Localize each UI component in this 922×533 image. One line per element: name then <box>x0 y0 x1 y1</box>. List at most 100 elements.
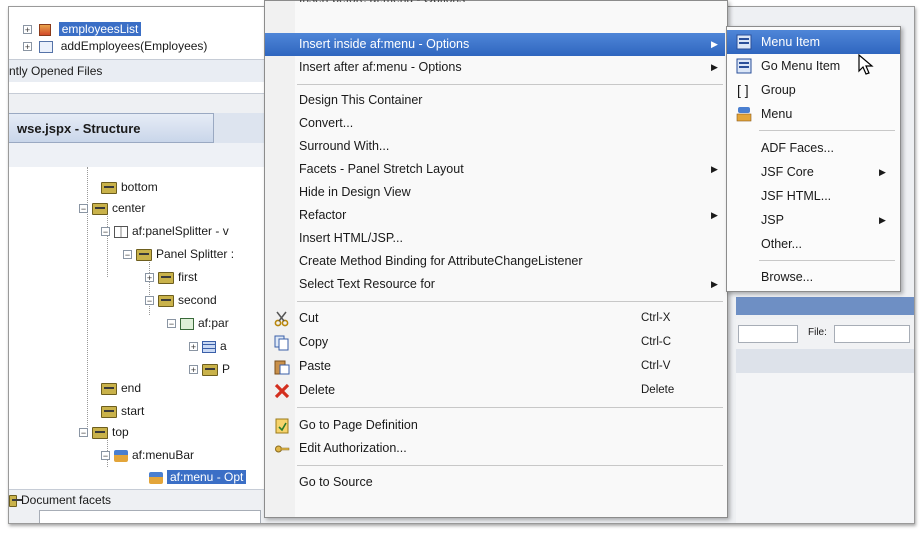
menu-item-insert-after[interactable]: Insert after af:menu - Options ▶ <box>265 56 725 79</box>
menu-item-insert-inside[interactable]: Insert inside af:menu - Options ▶ <box>265 33 725 56</box>
menu-item-copy[interactable]: Copy Ctrl-C <box>265 331 725 354</box>
menu-item-refactor[interactable]: Refactor ▶ <box>265 204 725 227</box>
editor-area <box>736 373 914 523</box>
expand-toggle[interactable]: + <box>189 365 198 375</box>
tree-line <box>107 207 108 277</box>
structure-tree: bottom − center − af:panelSplitter - v − Pa… <box>9 167 271 517</box>
menu-item-goto-page-definition[interactable]: Go to Page Definition <box>265 414 725 437</box>
submenu-item-jsf-html[interactable]: JSF HTML... <box>727 184 900 208</box>
facet-folder-icon <box>101 382 117 395</box>
submenu-item-jsp[interactable]: JSP ▶ <box>727 208 900 232</box>
menu-item-label: Go to Source <box>299 475 373 489</box>
tree-node[interactable]: bottom <box>101 179 158 196</box>
facet-folder-icon <box>202 363 218 376</box>
editor-toolbar: File: <box>736 319 914 350</box>
method-binding-icon <box>39 40 54 53</box>
menu-item-cut[interactable]: Cut Ctrl-X <box>265 307 725 330</box>
facet-folder-icon <box>92 426 108 439</box>
submenu-item-go-menu-item[interactable]: Go Menu Item <box>727 54 900 78</box>
copy-icon <box>274 335 289 351</box>
menu-item-label: Insert HTML/JSP... <box>299 231 403 245</box>
recent-files-header[interactable]: ntly Opened Files <box>9 59 267 82</box>
page-definition-icon <box>275 418 289 434</box>
menu-item-label: Insert after af:menu - Options <box>299 60 462 74</box>
menu-item-select-text-resource[interactable]: Select Text Resource for ▶ <box>265 273 725 296</box>
editor-header-row <box>736 349 914 374</box>
expand-toggle[interactable]: + <box>145 273 154 283</box>
submenu-item-label: Browse... <box>761 270 814 284</box>
collapse-toggle[interactable]: − <box>101 227 110 237</box>
editor-titlebar <box>736 297 914 315</box>
menu-item-label: Delete <box>299 383 336 397</box>
tab-structure[interactable]: wse.jspx - Structure <box>9 113 214 143</box>
menu-item-insert-html[interactable]: Insert HTML/JSP... <box>265 227 725 250</box>
menu-item-facets[interactable]: Facets - Panel Stretch Layout ▶ <box>265 158 725 181</box>
structure-tab-title: wse.jspx - Structure <box>17 121 141 136</box>
collapse-toggle[interactable]: − <box>79 204 88 214</box>
collapse-toggle[interactable]: − <box>123 250 132 260</box>
menu-item-icon <box>736 34 752 50</box>
menu-item-design-container[interactable]: Design This Container <box>265 89 725 112</box>
tree-node[interactable]: − top <box>79 424 129 441</box>
menu-bar-icon <box>114 449 128 462</box>
menu-item-delete[interactable]: Delete Delete <box>265 379 725 402</box>
submenu-separator <box>759 130 895 131</box>
menu-item-label: Hide in Design View <box>299 185 411 199</box>
menu-item-label: Edit Authorization... <box>299 441 407 455</box>
recent-files-label: ntly Opened Files <box>9 64 103 78</box>
tree-node[interactable]: + P <box>189 361 230 378</box>
document-facets-header[interactable]: Document facets <box>9 492 111 509</box>
menu-item-paste[interactable]: Paste Ctrl-V <box>265 355 725 378</box>
submenu-item-adf-faces[interactable]: ADF Faces... <box>727 136 900 160</box>
tree-node[interactable]: − af:par <box>167 315 229 332</box>
tree-node[interactable]: − second <box>145 292 217 309</box>
menu-item-label: Cut <box>299 311 319 325</box>
context-menu: Insert before af:menu - Options Insert i… <box>264 0 728 518</box>
submenu-item-label: Other... <box>761 237 802 251</box>
tree-node[interactable]: af:menu - Opt <box>149 469 247 486</box>
tree-node[interactable]: − af:panelSplitter - v <box>101 223 229 240</box>
submenu-item-group[interactable]: [ ] Group <box>727 78 900 102</box>
menu-item-surround-with[interactable]: Surround With... <box>265 135 725 158</box>
menu-item-hide-design-view[interactable]: Hide in Design View <box>265 181 725 204</box>
tree-row[interactable]: + addEmployees(Employees) <box>23 38 207 55</box>
expand-toggle[interactable]: + <box>23 42 32 52</box>
menu-item-edit-authorization[interactable]: Edit Authorization... <box>265 437 725 460</box>
collapse-toggle[interactable]: − <box>101 451 110 461</box>
navigator-panel: + employeesList + addEmployees(Employees… <box>9 7 267 94</box>
menu-item-create-method-binding[interactable]: Create Method Binding for AttributeChang… <box>265 250 725 273</box>
facets-field[interactable] <box>39 510 261 523</box>
tree-node[interactable]: + first <box>145 269 197 286</box>
menu-item-goto-source[interactable]: Go to Source <box>265 471 725 494</box>
document-facets-section[interactable]: Document facets <box>9 489 271 523</box>
panel-splitter-icon <box>114 225 128 238</box>
tree-row[interactable]: + employeesList <box>23 21 142 38</box>
submenu-item-browse[interactable]: Browse... <box>727 265 900 289</box>
submenu-arrow-icon: ▶ <box>711 39 718 49</box>
expand-toggle[interactable]: + <box>23 25 32 35</box>
expand-toggle[interactable]: + <box>189 342 198 352</box>
tree-node[interactable]: + a <box>189 338 227 355</box>
submenu-item-menu[interactable]: Menu <box>727 102 900 126</box>
collapse-toggle[interactable]: − <box>145 296 154 306</box>
menu-item-shortcut: Ctrl-C <box>641 336 672 348</box>
tree-node[interactable]: − Panel Splitter : <box>123 246 234 263</box>
search-field[interactable] <box>738 325 798 343</box>
collapse-toggle[interactable]: − <box>79 428 88 438</box>
menu-item-convert[interactable]: Convert... <box>265 112 725 135</box>
submenu-item-jsf-core[interactable]: JSF Core ▶ <box>727 160 900 184</box>
insert-inside-submenu: Menu Item Go Menu Item [ ] Group Menu AD… <box>726 26 901 292</box>
menu-separator <box>297 301 723 302</box>
tree-node-label: center <box>112 201 146 215</box>
tree-node[interactable]: end <box>101 380 141 397</box>
submenu-item-other[interactable]: Other... <box>727 232 900 256</box>
key-icon <box>275 445 290 453</box>
facet-folder-icon <box>101 405 117 418</box>
tree-node[interactable]: − center <box>79 200 145 217</box>
file-field[interactable] <box>834 325 910 343</box>
tree-node[interactable]: − af:menuBar <box>101 447 194 464</box>
tree-node[interactable]: start <box>101 403 144 420</box>
submenu-item-menu-item[interactable]: Menu Item <box>727 30 900 54</box>
submenu-arrow-icon: ▶ <box>711 62 718 72</box>
collapse-toggle[interactable]: − <box>167 319 176 329</box>
